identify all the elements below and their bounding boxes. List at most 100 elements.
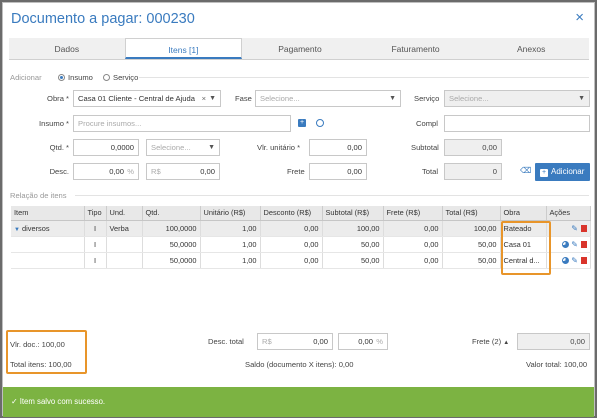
insumo-label: Insumo * bbox=[39, 119, 69, 128]
chevron-down-icon: ▼ bbox=[389, 95, 396, 102]
und-cell bbox=[106, 236, 143, 253]
tipo-cell: I bbox=[84, 236, 107, 253]
radio-insumo[interactable] bbox=[58, 74, 65, 81]
servico-placeholder: Selecione... bbox=[449, 94, 489, 103]
percent-suffix: % bbox=[376, 337, 383, 346]
und-cell bbox=[106, 252, 143, 269]
items-section-label: Relação de itens bbox=[10, 191, 67, 200]
radio-insumo-label: Insumo bbox=[68, 73, 93, 82]
total-cell: 50,00 bbox=[442, 252, 501, 269]
vlr-unit-input[interactable]: 0,00 bbox=[309, 139, 367, 156]
subtotal-cell: 50,00 bbox=[322, 236, 384, 253]
frete-toggle[interactable]: Frete (2) ▲ bbox=[472, 337, 509, 346]
fase-label: Fase bbox=[235, 94, 252, 103]
unit-select[interactable]: Selecione... ▼ bbox=[146, 139, 220, 156]
frete-total-label: Frete (2) bbox=[472, 337, 502, 346]
toast-message: Item salvo com sucesso. bbox=[19, 397, 106, 406]
trash-icon[interactable] bbox=[581, 240, 587, 248]
adicionar-label: Adicionar bbox=[10, 73, 42, 82]
clear-icon[interactable]: × bbox=[202, 91, 206, 106]
total-input: 0 bbox=[444, 163, 502, 180]
divider bbox=[75, 195, 589, 196]
col-acoes: Ações bbox=[546, 206, 591, 221]
check-icon: ✓ bbox=[11, 397, 18, 406]
desc-cell: 0,00 bbox=[260, 220, 323, 237]
col-und[interactable]: Und. bbox=[106, 206, 143, 221]
col-frete[interactable]: Frete (R$) bbox=[383, 206, 443, 221]
tab-dados[interactable]: Dados bbox=[9, 38, 125, 59]
item-cell[interactable]: ▼ diversos bbox=[11, 220, 85, 237]
qtd-input[interactable]: 0,0000 bbox=[73, 139, 139, 156]
unit-cell: 1,00 bbox=[200, 252, 261, 269]
qtd-cell: 50,0000 bbox=[142, 236, 201, 253]
chevron-down-icon: ▼ bbox=[208, 144, 215, 151]
und-cell: Verba bbox=[106, 220, 143, 237]
desc-total-input[interactable]: R$ 0,00 bbox=[257, 333, 333, 350]
tipo-cell: I bbox=[84, 252, 107, 269]
frete-input[interactable]: 0,00 bbox=[309, 163, 367, 180]
col-item[interactable]: Item bbox=[11, 206, 85, 221]
desc-total-label: Desc. total bbox=[208, 337, 244, 346]
obra-value: Casa 01 Cliente - Central de Ajuda bbox=[78, 94, 195, 103]
chevron-down-icon[interactable]: ▼ bbox=[14, 227, 20, 233]
col-desconto[interactable]: Desconto (R$) bbox=[260, 206, 323, 221]
servico-label: Serviço bbox=[414, 94, 440, 103]
eraser-icon[interactable]: ⌫ bbox=[520, 166, 531, 175]
pie-chart-icon[interactable] bbox=[562, 256, 570, 264]
item-cell bbox=[11, 252, 85, 269]
edit-icon[interactable]: ✎ bbox=[571, 256, 578, 265]
trash-icon[interactable] bbox=[581, 256, 587, 264]
close-icon[interactable]: × bbox=[575, 9, 584, 26]
item-cell bbox=[11, 236, 85, 253]
desc-total-pct-input[interactable]: 0,00 % bbox=[338, 333, 388, 350]
edit-icon[interactable]: ✎ bbox=[571, 224, 578, 233]
tab-anexos[interactable]: Anexos bbox=[473, 38, 589, 59]
fase-placeholder: Selecione... bbox=[260, 94, 300, 103]
tab-faturamento[interactable]: Faturamento bbox=[358, 38, 474, 59]
plus-icon: + bbox=[540, 169, 548, 177]
frete-label: Frete bbox=[287, 167, 305, 176]
tab-pagamento[interactable]: Pagamento bbox=[242, 38, 358, 59]
col-unitario[interactable]: Unitário (R$) bbox=[200, 206, 261, 221]
desc-total-value: 0,00 bbox=[313, 337, 328, 346]
servico-select[interactable]: Selecione... ▼ bbox=[444, 90, 590, 107]
desc-rs-input[interactable]: R$ 0,00 bbox=[146, 163, 220, 180]
insumo-placeholder: Procure insumos... bbox=[78, 119, 142, 128]
desc-pct-input[interactable]: 0,00 % bbox=[73, 163, 139, 180]
col-tipo[interactable]: Tipo bbox=[84, 206, 107, 221]
unit-cell: 1,00 bbox=[200, 220, 261, 237]
edit-icon[interactable]: ✎ bbox=[571, 240, 578, 249]
success-toast: ✓ Item salvo com sucesso. bbox=[3, 387, 594, 417]
insumo-search-input[interactable]: Procure insumos... bbox=[73, 115, 291, 132]
saldo: Saldo (documento X itens): 0,00 bbox=[245, 360, 354, 369]
col-obra[interactable]: Obra bbox=[500, 206, 547, 221]
adicionar-button[interactable]: + Adicionar bbox=[535, 163, 590, 181]
pie-chart-icon[interactable] bbox=[562, 240, 570, 248]
modal-title: Documento a pagar: 000230 bbox=[11, 11, 195, 27]
frete-total-input: 0,00 bbox=[517, 333, 590, 350]
search-icon[interactable] bbox=[316, 119, 324, 127]
unit-cell: 1,00 bbox=[200, 236, 261, 253]
frete-cell: 0,00 bbox=[383, 236, 443, 253]
acoes-cell: ✎ bbox=[546, 252, 591, 269]
chevron-down-icon: ▼ bbox=[578, 95, 585, 102]
adicionar-button-label: Adicionar bbox=[551, 167, 585, 176]
col-subtotal[interactable]: Subtotal (R$) bbox=[322, 206, 384, 221]
compl-input[interactable] bbox=[444, 115, 590, 132]
qtd-cell: 100,0000 bbox=[142, 220, 201, 237]
subtotal-cell: 50,00 bbox=[322, 252, 384, 269]
vlr-unit-label: Vlr. unitário * bbox=[257, 143, 301, 152]
add-insumo-icon[interactable]: + bbox=[298, 119, 306, 127]
radio-servico[interactable] bbox=[103, 74, 110, 81]
trash-icon[interactable] bbox=[581, 224, 587, 232]
obra-select[interactable]: Casa 01 Cliente - Central de Ajuda × ▼ bbox=[73, 90, 221, 107]
fase-select[interactable]: Selecione... ▼ bbox=[255, 90, 401, 107]
unit-placeholder: Selecione... bbox=[151, 143, 191, 152]
col-total[interactable]: Total (R$) bbox=[442, 206, 501, 221]
tab-itens[interactable]: Itens [1] bbox=[124, 38, 243, 59]
qtd-cell: 50,0000 bbox=[142, 252, 201, 269]
subtotal-cell: 100,00 bbox=[322, 220, 384, 237]
frete-cell: 0,00 bbox=[383, 252, 443, 269]
currency-prefix: R$ bbox=[262, 337, 272, 346]
col-qtd[interactable]: Qtd. bbox=[142, 206, 201, 221]
